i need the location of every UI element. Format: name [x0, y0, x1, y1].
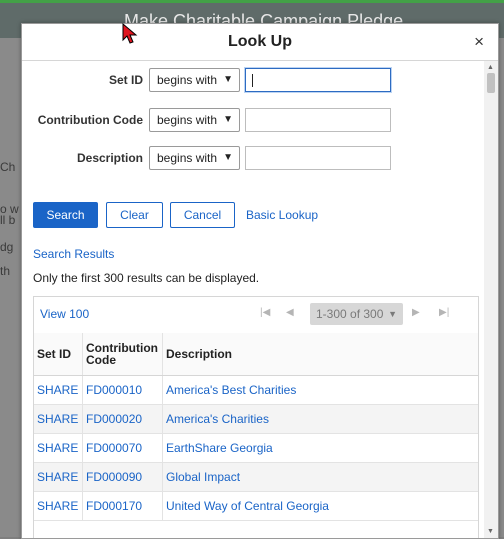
cancel-button[interactable]: Cancel	[170, 202, 235, 228]
next-page-icon[interactable]: ▶	[412, 307, 420, 318]
clear-button[interactable]: Clear	[106, 202, 163, 228]
mouse-pointer-icon	[122, 23, 138, 44]
column-header-contribution-code[interactable]: Contribution Code	[82, 333, 163, 376]
basic-lookup-link[interactable]: Basic Lookup	[246, 208, 318, 222]
view-100-link[interactable]: View 100	[40, 307, 89, 321]
text-cursor	[252, 74, 253, 87]
setid-cell[interactable]: SHARE	[34, 433, 83, 463]
chevron-down-icon: ▼	[388, 309, 397, 319]
setid-cell[interactable]: SHARE	[34, 404, 83, 434]
last-page-icon[interactable]: ▶|	[439, 307, 449, 318]
contribution-code-cell[interactable]: FD000020	[82, 404, 163, 434]
chevron-down-icon: ▼	[223, 152, 233, 163]
lookup-dialog: Look Up × Set ID begins with ▼ Contribut…	[21, 23, 499, 539]
grid-pager: View 100 |◀ ◀ 1-300 of 300 ▼ ▶ ▶|	[34, 297, 478, 334]
contribution-code-row: Contribution Code begins with ▼	[22, 108, 498, 132]
description-cell[interactable]: United Way of Central Georgia	[162, 491, 478, 521]
column-header-setid[interactable]: Set ID	[34, 333, 83, 376]
scroll-up-icon[interactable]: ▲	[487, 64, 494, 71]
description-input[interactable]	[245, 146, 391, 170]
contribution-code-cell[interactable]: FD000090	[82, 462, 163, 492]
contribution-code-input[interactable]	[245, 108, 391, 132]
first-page-icon[interactable]: |◀	[260, 307, 270, 318]
contribution-code-cell[interactable]: FD000170	[82, 491, 163, 521]
setid-cell[interactable]: SHARE	[34, 462, 83, 492]
contribution-code-label: Contribution Code	[37, 113, 143, 127]
search-results-heading: Search Results	[33, 247, 115, 261]
table-header-row: Set ID Contribution Code Description	[34, 333, 478, 376]
description-operator-select[interactable]: begins with ▼	[149, 146, 240, 170]
table-row[interactable]: SHARE FD000170 United Way of Central Geo…	[34, 491, 478, 521]
setid-operator-select[interactable]: begins with ▼	[149, 68, 240, 92]
description-label: Description	[76, 151, 143, 165]
table-row[interactable]: SHARE FD000010 America's Best Charities	[34, 375, 478, 405]
dialog-header: Look Up ×	[22, 24, 498, 61]
chevron-down-icon: ▼	[223, 114, 233, 125]
contribution-code-cell[interactable]: FD000070	[82, 433, 163, 463]
page-range-value: 1-300 of 300	[316, 307, 384, 321]
results-table: Set ID Contribution Code Description SHA…	[34, 333, 478, 521]
description-cell[interactable]: Global Impact	[162, 462, 478, 492]
dialog-title: Look Up	[228, 33, 292, 50]
table-row[interactable]: SHARE FD000090 Global Impact	[34, 462, 478, 492]
setid-cell[interactable]: SHARE	[34, 491, 83, 521]
previous-page-icon[interactable]: ◀	[286, 307, 294, 318]
description-cell[interactable]: EarthShare Georgia	[162, 433, 478, 463]
results-grid: View 100 |◀ ◀ 1-300 of 300 ▼ ▶ ▶| Set ID…	[33, 296, 479, 538]
setid-input[interactable]	[245, 68, 391, 92]
background-fragment: th	[0, 264, 11, 278]
description-row: Description begins with ▼	[22, 146, 498, 170]
setid-row: Set ID begins with ▼	[22, 68, 498, 92]
background-fragment: ll b	[0, 213, 16, 227]
contribution-code-cell[interactable]: FD000010	[82, 375, 163, 405]
table-row[interactable]: SHARE FD000020 America's Charities	[34, 404, 478, 434]
setid-operator-value: begins with	[157, 73, 218, 87]
setid-cell[interactable]: SHARE	[34, 375, 83, 405]
contribution-code-operator-select[interactable]: begins with ▼	[149, 108, 240, 132]
setid-label: Set ID	[108, 73, 143, 87]
scroll-down-icon[interactable]: ▼	[487, 528, 494, 535]
search-button[interactable]: Search	[33, 202, 98, 228]
table-row[interactable]: SHARE FD000070 EarthShare Georgia	[34, 433, 478, 463]
contribution-code-operator-value: begins with	[157, 113, 218, 127]
background-fragment: Ch	[0, 160, 16, 174]
results-limit-note: Only the first 300 results can be displa…	[33, 271, 260, 285]
dialog-scrollbar[interactable]: ▲ ▼	[484, 61, 498, 538]
description-cell[interactable]: America's Best Charities	[162, 375, 478, 405]
description-cell[interactable]: America's Charities	[162, 404, 478, 434]
page-range-select[interactable]: 1-300 of 300 ▼	[310, 303, 403, 325]
description-operator-value: begins with	[157, 151, 218, 165]
close-button[interactable]: ×	[474, 32, 484, 52]
background-fragment: dg	[0, 240, 14, 254]
scrollbar-thumb[interactable]	[487, 73, 495, 93]
column-header-description[interactable]: Description	[162, 333, 478, 376]
chevron-down-icon: ▼	[223, 74, 233, 85]
